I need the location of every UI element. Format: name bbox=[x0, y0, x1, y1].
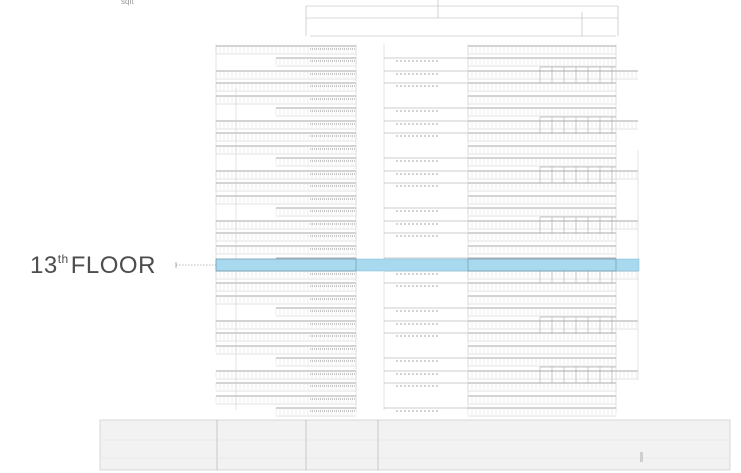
elevation-drawing bbox=[99, 0, 731, 471]
floor-13-highlight[interactable] bbox=[215, 258, 640, 272]
floor-leader-line bbox=[175, 262, 216, 268]
podium-base bbox=[99, 419, 731, 471]
floor-slabs bbox=[215, 45, 638, 417]
building-elevation-viewer: sqft 13thFLOOR bbox=[0, 0, 741, 473]
structure-verticals bbox=[215, 44, 639, 410]
roof-outline bbox=[305, 0, 619, 37]
